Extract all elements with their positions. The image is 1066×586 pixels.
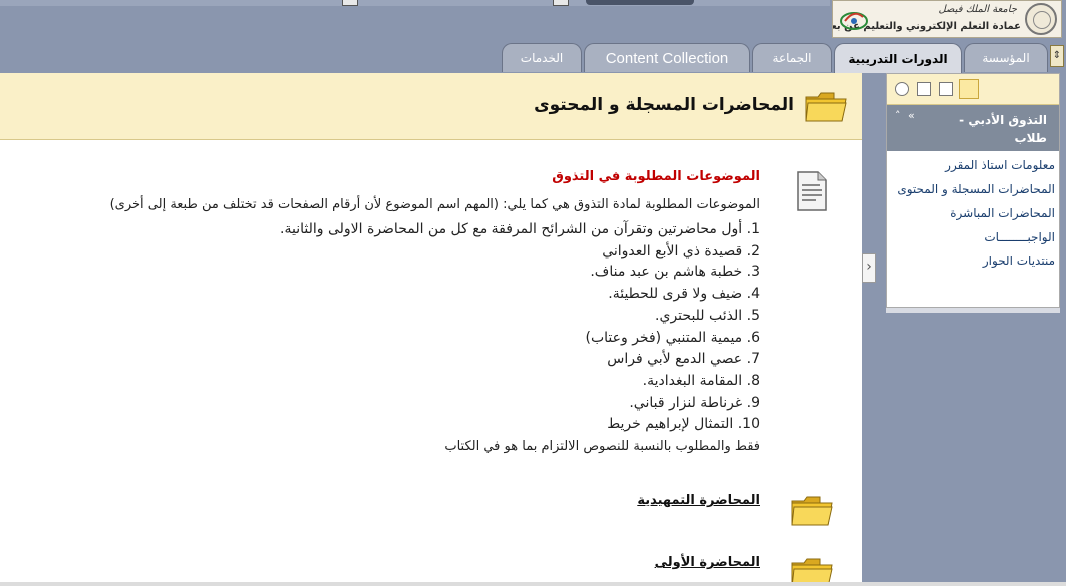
sidebar-item-forums[interactable]: منتديات الحوار	[887, 253, 1059, 277]
item-number: 4.	[746, 286, 760, 303]
collapse-menu-icon[interactable]: » ˄	[895, 109, 917, 122]
sidebar-item-live-lectures[interactable]: المحاضرات المباشرة	[887, 205, 1059, 229]
list-item: 1. أول محاضرتين وتقرآن من الشرائح المرفق…	[280, 219, 760, 241]
sidebar-item-instructor-info[interactable]: معلومات استاذ المقرر	[887, 157, 1059, 181]
main-tabs: الخدمات Content Collection الجماعة الدور…	[500, 43, 1066, 74]
header-strip	[0, 0, 830, 6]
item-number: 3.	[746, 264, 760, 281]
item-text: غرناطة لنزار قباني.	[629, 394, 743, 411]
item-text: عصي الدمع لأبي فراس	[607, 351, 743, 368]
top-header: جامعة الملك فيصل عمادة التعلم الإلكتروني…	[0, 0, 1066, 46]
item-number: 1.	[746, 221, 760, 237]
university-seal-icon	[1025, 3, 1057, 35]
list-item: 9. غرناطة لنزار قباني.	[280, 393, 760, 415]
folder-icon	[805, 92, 847, 122]
course-menu-list: معلومات استاذ المقرر المحاضرات المسجلة و…	[887, 151, 1059, 277]
item-number: 8.	[746, 372, 760, 389]
refresh-icon[interactable]	[895, 82, 909, 96]
item-text: الذئب للبحتري.	[655, 307, 743, 324]
page-title: المحاضرات المسجلة و المحتوى	[534, 95, 794, 115]
document-icon	[797, 171, 827, 211]
sidebar-item-assignments[interactable]: الواجبــــــــات	[887, 229, 1059, 253]
tab-services[interactable]: الخدمات	[502, 43, 582, 72]
tab-content-collection[interactable]: Content Collection	[584, 43, 750, 72]
list-item: 3. خطبة هاشم بن عبد مناف.	[280, 262, 760, 284]
header-mini-button[interactable]	[553, 0, 569, 6]
list-item: 5. الذئب للبحتري.	[280, 306, 760, 328]
course-header: التذوق الأدبي - طلاب » ˄	[887, 105, 1059, 151]
expand-header-icon[interactable]: ⇕	[1050, 45, 1064, 67]
menu-view-toolbar	[887, 74, 1059, 105]
item-text: خطبة هاشم بن عبد مناف.	[590, 264, 743, 281]
course-menu-panel: › التذوق الأدبي - طلاب » ˄ معلومات استاذ…	[862, 73, 1066, 586]
item-number: 10.	[737, 416, 760, 433]
header-toolbar-pill[interactable]	[586, 0, 694, 5]
logo-line-1: جامعة الملك فيصل	[938, 4, 1017, 15]
folder-link-first-lecture[interactable]: المحاضرة الأولى	[655, 555, 760, 570]
item-text: المقامة البغدادية.	[642, 372, 743, 389]
item-number: 2.	[746, 242, 760, 259]
topic-list: 1. أول محاضرتين وتقرآن من الشرائح المرفق…	[280, 219, 760, 458]
list-item: 6. ميمية المتنبي (فخر وعتاب)	[280, 328, 760, 350]
item-number: 6.	[746, 329, 760, 346]
content-area: المحاضرات المسجلة و المحتوى الموضوعات ال…	[0, 73, 862, 586]
item-note: فقط والمطلوب بالنسبة للنصوص الالتزام بما…	[444, 439, 760, 455]
item-text: أول محاضرتين وتقرآن من الشرائح المرفقة م…	[280, 221, 743, 237]
university-logo: جامعة الملك فيصل عمادة التعلم الإلكتروني…	[832, 0, 1062, 38]
chevron-right-icon[interactable]: ›	[862, 253, 876, 283]
folder-icon[interactable]	[790, 495, 834, 527]
folder-view-icon[interactable]	[939, 82, 953, 96]
list-item: 4. ضيف ولا قرى للحطيئة.	[280, 284, 760, 306]
item-text: التمثال لإبراهيم خريط	[607, 416, 734, 433]
menu-bottom-edge	[886, 308, 1060, 313]
item-number: 5.	[746, 307, 760, 324]
item-intro-text: الموضوعات المطلوبة لمادة التذوق هي كما ي…	[109, 197, 760, 212]
item-text: قصيدة ذي الأبع العدواني	[602, 242, 743, 259]
sidebar-item-recorded-lectures[interactable]: المحاضرات المسجلة و المحتوى	[887, 181, 1059, 205]
folder-link-prelim-lecture[interactable]: المحاضرة التمهيدية	[637, 493, 760, 508]
item-number: 7.	[746, 351, 760, 368]
page-title-bar: المحاضرات المسجلة و المحتوى	[0, 73, 862, 140]
detail-view-icon[interactable]	[917, 82, 931, 96]
course-title[interactable]: التذوق الأدبي - طلاب	[927, 111, 1047, 147]
item-number: 9.	[746, 394, 760, 411]
list-item: 2. قصيدة ذي الأبع العدواني	[280, 241, 760, 263]
course-menu: التذوق الأدبي - طلاب » ˄ معلومات استاذ ا…	[886, 73, 1060, 308]
item-text: ميمية المتنبي (فخر وعتاب)	[585, 329, 743, 346]
list-item: 10. التمثال لإبراهيم خريط	[280, 414, 760, 436]
item-heading: الموضوعات المطلوبة في التذوق	[552, 169, 760, 184]
tab-courses[interactable]: الدورات التدريبية	[834, 43, 962, 74]
tab-community[interactable]: الجماعة	[752, 43, 832, 72]
item-text: ضيف ولا قرى للحطيئة.	[608, 286, 743, 303]
header-mini-button[interactable]	[342, 0, 358, 6]
list-item: 8. المقامة البغدادية.	[280, 371, 760, 393]
list-item: 7. عصي الدمع لأبي فراس	[280, 349, 760, 371]
horizontal-scrollbar[interactable]	[0, 582, 1066, 586]
elearning-emblem-icon	[840, 12, 868, 30]
tab-institution[interactable]: المؤسسة	[964, 43, 1048, 72]
list-view-icon[interactable]	[959, 79, 979, 99]
